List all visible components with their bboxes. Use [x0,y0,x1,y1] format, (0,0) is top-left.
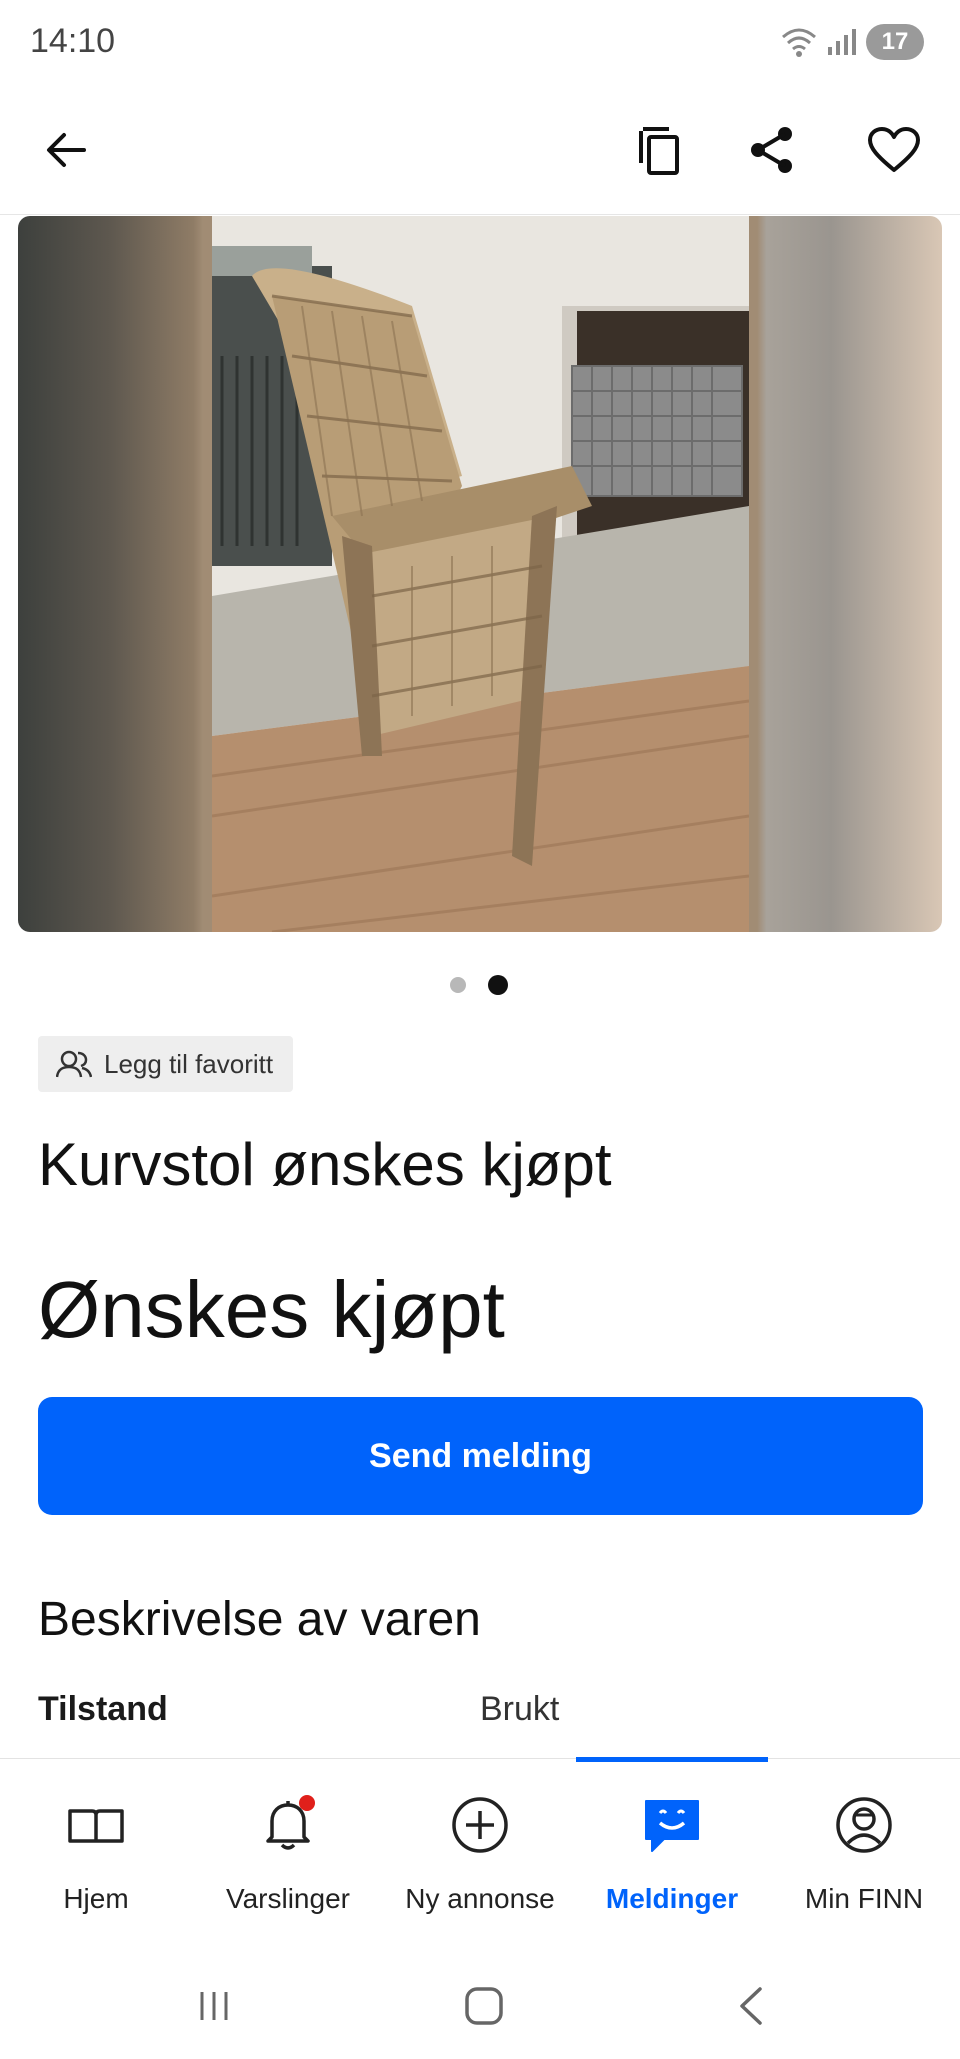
share-button[interactable] [732,110,812,190]
nav-label-home: Hjem [63,1883,129,1914]
status-icons: 17 [780,22,924,62]
nav-item-new-ad[interactable]: Ny annonse [384,1759,576,1949]
favorite-chip-label: Legg til favoritt [104,1048,274,1079]
nav-label-notifications: Varslinger [226,1883,350,1914]
copy-icon [639,127,679,175]
profile-icon [836,1797,892,1853]
plus-circle-icon [452,1797,508,1853]
users-icon [56,1050,92,1078]
nav-label-new-ad: Ny annonse [405,1883,555,1914]
chat-icon [645,1800,699,1852]
nav-item-messages[interactable]: Meldinger [576,1759,768,1949]
book-icon [68,1809,124,1843]
heart-icon [868,127,920,172]
system-back-button[interactable] [722,1976,782,2036]
bell-icon [266,1795,315,1850]
listing-photo[interactable] [212,216,749,932]
signal-icon [828,29,856,55]
home-button[interactable] [454,1976,514,2036]
home-square-icon [465,1987,503,2025]
nav-item-home[interactable]: Hjem [0,1759,192,1949]
nav-item-notifications[interactable]: Varslinger [192,1759,384,1949]
system-navigation-bar [0,1950,960,2059]
recent-apps-icon [200,1992,228,2020]
spec-label-condition: Tilstand [38,1690,168,1728]
image-gallery[interactable] [18,216,942,932]
listing-price: Ønskes kjøpt [38,1265,505,1354]
notification-dot [299,1795,315,1811]
app-header [0,86,960,215]
add-to-favorites-chip[interactable]: Legg til favoritt [38,1036,294,1092]
page-dot-active[interactable] [488,975,508,995]
listing-title: Kurvstol ønskes kjøpt [38,1131,612,1198]
description-heading: Beskrivelse av varen [38,1593,481,1646]
gallery-pagination [450,975,508,995]
battery-indicator: 17 [866,24,924,60]
recent-apps-button[interactable] [184,1976,244,2036]
send-message-button[interactable]: Send melding [38,1397,923,1515]
chevron-left-icon [740,1987,762,2025]
favorite-heart-button[interactable] [854,110,934,190]
nav-label-my-finn: Min FINN [804,1883,924,1914]
bottom-navigation: Hjem Varslinger Ny annonse Meldinger Min… [0,1757,960,1949]
back-button[interactable] [26,110,106,190]
wifi-icon [782,28,816,57]
battery-level: 17 [881,28,909,55]
status-bar: 14:10 17 [0,0,960,86]
copy-button[interactable] [620,110,700,190]
back-arrow-icon [47,133,86,167]
nav-item-my-finn[interactable]: Min FINN [768,1759,960,1949]
status-time: 14:10 [30,22,116,60]
spec-value-condition: Brukt [480,1690,560,1728]
page-dot[interactable] [450,977,466,993]
share-icon [751,127,792,173]
nav-label-messages: Meldinger [605,1883,739,1914]
